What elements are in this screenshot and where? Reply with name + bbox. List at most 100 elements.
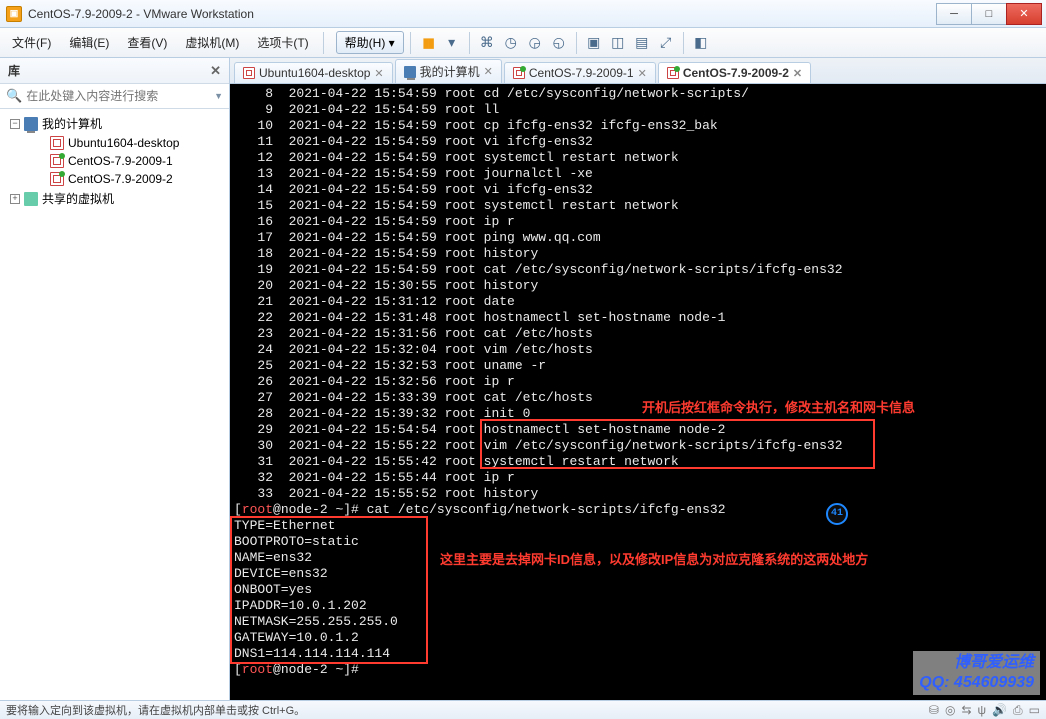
terminal-line: 24 2021-04-22 15:32:04 root vim /etc/hos… [234, 342, 1042, 358]
menu-tabs[interactable]: 选项卡(T) [249, 30, 316, 55]
send-ctrl-alt-del-icon[interactable]: ⌘ [476, 32, 498, 54]
tab-mycomputer[interactable]: 我的计算机 ✕ [395, 59, 502, 83]
sidebar: 库 ✕ 🔍 ▼ − 我的计算机 Ubuntu1604-desktop CentO… [0, 58, 230, 700]
device-printer-icon[interactable]: ⎙ [1013, 703, 1023, 718]
tab-close-icon[interactable]: ✕ [484, 65, 493, 78]
device-sound-icon[interactable]: 🔊 [992, 703, 1007, 718]
pause-icon[interactable]: ▮▮ [417, 32, 439, 54]
device-display-icon[interactable]: ▭ [1029, 703, 1040, 718]
search-dropdown-icon[interactable]: ▼ [214, 91, 223, 101]
terminal-line: 17 2021-04-22 15:54:59 root ping www.qq.… [234, 230, 1042, 246]
terminal-line: TYPE=Ethernet [234, 518, 1042, 534]
library-toggle-icon[interactable]: ◧ [690, 32, 712, 54]
terminal-line: 29 2021-04-22 15:54:54 root hostnamectl … [234, 422, 1042, 438]
stretch-icon[interactable]: ⤢ [655, 32, 677, 54]
expand-icon[interactable]: + [10, 194, 20, 204]
terminal-view[interactable]: 8 2021-04-22 15:54:59 root cd /etc/sysco… [230, 84, 1046, 700]
tab-label: CentOS-7.9-2009-2 [683, 66, 789, 80]
thumbnail-icon[interactable]: ▤ [631, 32, 653, 54]
separator [576, 32, 577, 54]
tree-root[interactable]: − 我的计算机 [0, 113, 229, 134]
status-tray: ⛁ ◎ ⇆ ψ 🔊 ⎙ ▭ [929, 703, 1040, 718]
terminal-line: ONBOOT=yes [234, 582, 1042, 598]
tree-shared[interactable]: + 共享的虚拟机 [0, 188, 229, 209]
snapshot-icon[interactable]: ◷ [500, 32, 522, 54]
separator [410, 32, 411, 54]
computer-icon [404, 66, 416, 78]
terminal-line: 33 2021-04-22 15:55:52 root history [234, 486, 1042, 502]
terminal-line: DNS1=114.114.114.114 [234, 646, 1042, 662]
sidebar-close-icon[interactable]: ✕ [210, 63, 221, 79]
terminal-line: 16 2021-04-22 15:54:59 root ip r [234, 214, 1042, 230]
tab-label: Ubuntu1604-desktop [259, 66, 370, 80]
separator [683, 32, 684, 54]
menu-help[interactable]: 帮助(H) ▾ [336, 31, 404, 54]
vm-icon [50, 172, 64, 186]
terminal-line: 15 2021-04-22 15:54:59 root systemctl re… [234, 198, 1042, 214]
search-icon: 🔍 [6, 88, 22, 104]
terminal-line: DEVICE=ens32 [234, 566, 1042, 582]
power-dropdown-icon[interactable]: ▾ [441, 32, 463, 54]
vm-icon [667, 67, 679, 79]
terminal-line: 19 2021-04-22 15:54:59 root cat /etc/sys… [234, 262, 1042, 278]
terminal-line: IPADDR=10.0.1.202 [234, 598, 1042, 614]
menubar: 文件(F) 编辑(E) 查看(V) 虚拟机(M) 选项卡(T) 帮助(H) ▾ … [0, 28, 1046, 58]
device-cd-icon[interactable]: ◎ [945, 703, 955, 718]
terminal-line: GATEWAY=10.0.1.2 [234, 630, 1042, 646]
collapse-icon[interactable]: − [10, 119, 20, 129]
separator [469, 32, 470, 54]
tab-ubuntu[interactable]: Ubuntu1604-desktop ✕ [234, 62, 393, 83]
tab-close-icon[interactable]: ✕ [638, 67, 647, 80]
terminal-prompt: [root@node-2 ~]# cat /etc/sysconfig/netw… [234, 502, 1042, 518]
app-icon: ▣ [6, 6, 22, 22]
vm-icon [50, 154, 64, 168]
terminal-line: 23 2021-04-22 15:31:56 root cat /etc/hos… [234, 326, 1042, 342]
vm-icon [513, 67, 525, 79]
fullscreen-icon[interactable]: ▣ [583, 32, 605, 54]
tree-label: CentOS-7.9-2009-1 [68, 154, 173, 168]
tree-vm-centos2[interactable]: CentOS-7.9-2009-2 [0, 170, 229, 188]
terminal-line: 8 2021-04-22 15:54:59 root cd /etc/sysco… [234, 86, 1042, 102]
tab-bar: Ubuntu1604-desktop ✕ 我的计算机 ✕ CentOS-7.9-… [230, 58, 1046, 84]
menu-file[interactable]: 文件(F) [4, 30, 59, 55]
status-text: 要将输入定向到该虚拟机，请在虚拟机内部单击或按 Ctrl+G。 [6, 702, 305, 718]
tab-close-icon[interactable]: ✕ [374, 67, 383, 80]
terminal-line: 30 2021-04-22 15:55:22 root vim /etc/sys… [234, 438, 1042, 454]
terminal-line: 27 2021-04-22 15:33:39 root cat /etc/hos… [234, 390, 1042, 406]
tree-vm-centos1[interactable]: CentOS-7.9-2009-1 [0, 152, 229, 170]
terminal-line: 22 2021-04-22 15:31:48 root hostnamectl … [234, 310, 1042, 326]
terminal-line: 9 2021-04-22 15:54:59 root ll [234, 102, 1042, 118]
terminal-line: 26 2021-04-22 15:32:56 root ip r [234, 374, 1042, 390]
vm-icon [50, 136, 64, 150]
tree-label: 共享的虚拟机 [42, 190, 114, 207]
close-button[interactable]: ✕ [1006, 3, 1042, 25]
device-net-icon[interactable]: ⇆ [961, 703, 971, 718]
tab-label: CentOS-7.9-2009-1 [529, 66, 634, 80]
terminal-line: 28 2021-04-22 15:39:32 root init 0 [234, 406, 1042, 422]
revert-snapshot-icon[interactable]: ◶ [524, 32, 546, 54]
manage-snapshot-icon[interactable]: ◵ [548, 32, 570, 54]
menu-view[interactable]: 查看(V) [119, 30, 175, 55]
sidebar-title: 库 [8, 62, 20, 79]
tab-close-icon[interactable]: ✕ [793, 67, 802, 80]
tab-centos2[interactable]: CentOS-7.9-2009-2 ✕ [658, 62, 811, 83]
search-input[interactable] [26, 89, 214, 103]
menu-vm[interactable]: 虚拟机(M) [177, 30, 247, 55]
unity-icon[interactable]: ◫ [607, 32, 629, 54]
maximize-button[interactable]: □ [971, 3, 1007, 25]
terminal-line: 13 2021-04-22 15:54:59 root journalctl -… [234, 166, 1042, 182]
tab-centos1[interactable]: CentOS-7.9-2009-1 ✕ [504, 62, 656, 83]
terminal-line: NETMASK=255.255.255.0 [234, 614, 1042, 630]
menu-edit[interactable]: 编辑(E) [61, 30, 117, 55]
tab-label: 我的计算机 [420, 63, 480, 80]
minimize-button[interactable]: ─ [936, 3, 972, 25]
device-usb-icon[interactable]: ψ [978, 703, 987, 718]
terminal-line: BOOTPROTO=static [234, 534, 1042, 550]
terminal-line: 10 2021-04-22 15:54:59 root cp ifcfg-ens… [234, 118, 1042, 134]
tree-label: 我的计算机 [42, 115, 102, 132]
tree-vm-ubuntu[interactable]: Ubuntu1604-desktop [0, 134, 229, 152]
vm-tree: − 我的计算机 Ubuntu1604-desktop CentOS-7.9-20… [0, 109, 229, 700]
separator [323, 32, 324, 54]
statusbar: 要将输入定向到该虚拟机，请在虚拟机内部单击或按 Ctrl+G。 ⛁ ◎ ⇆ ψ … [0, 700, 1046, 719]
device-disk-icon[interactable]: ⛁ [929, 703, 939, 718]
